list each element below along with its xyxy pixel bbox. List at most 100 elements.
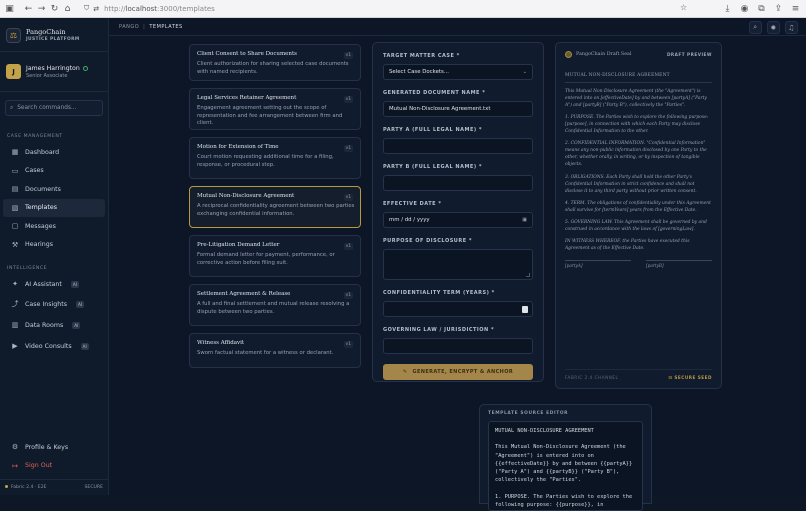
address-bar[interactable]: ⛉ ⇄ http://localhost:3000/templates (84, 4, 215, 13)
verified-icon (82, 65, 88, 71)
gavel-icon: ⚒ (11, 240, 19, 249)
ai-badge: AI (76, 300, 85, 308)
brand: ⚖ PangoChain JUSTICE PLATFORM (0, 18, 108, 52)
account-icon[interactable]: ◉ (738, 2, 751, 15)
lock-icon: ⇄ (93, 4, 100, 13)
template-card[interactable]: Pre-Litigation Demand Letter Formal dema… (189, 235, 361, 277)
preview-paragraph: 4. TERM. The obligations of confidential… (565, 200, 711, 213)
ai-badge: AI (72, 321, 81, 329)
home-icon[interactable]: ⌂ (61, 2, 74, 15)
sidebar-item-cases[interactable]: ▭ Cases (3, 162, 105, 181)
sidebar-item-messages[interactable]: ▢ Messages (3, 217, 105, 236)
seal-label: PangoChain Draft Seal (576, 52, 632, 57)
forward-icon[interactable]: → (35, 2, 48, 15)
main-content: PANGO | TEMPLATES ⌕ ✹ ♫ Client Consent t… (109, 18, 806, 511)
extensions-icon[interactable]: ⧉ (755, 2, 768, 15)
template-description: Court motion requesting additional time … (197, 154, 334, 168)
term-label: CONFIDENTIALITY TERM (YEARS) * (383, 290, 495, 296)
preview-paragraph: 1. PURPOSE. The Parties wish to explore … (565, 115, 709, 135)
secure-seed-label: SECURE SEED (674, 375, 712, 380)
sidebar-item-video-consults[interactable]: ▶ Video Consults AI (3, 336, 105, 357)
source-code-textarea[interactable]: MUTUAL NON-DISCLOSURE AGREEMENT This Mut… (488, 421, 643, 511)
avatar: J (6, 64, 21, 79)
network-status: Fabric 2.4 · E2E SECURE (0, 479, 108, 495)
downloads-icon[interactable]: ⤓ (721, 2, 734, 15)
share-icon[interactable]: ⇪ (772, 2, 785, 15)
sign-out-button[interactable]: ↦ Sign Out (3, 457, 105, 476)
version-badge: v1 (343, 145, 353, 152)
section-intelligence: INTELLIGENCE (7, 266, 48, 271)
sidebar-bottom: ⚙ Profile & Keys ↦ Sign Out Fabric 2.4 · E… (0, 438, 108, 495)
template-title: Motion for Extension of Time (197, 144, 279, 150)
sidebar-item-templates[interactable]: ▧ Templates (3, 198, 105, 217)
number-stepper-icon[interactable] (522, 305, 528, 313)
template-card[interactable]: Witness Affidavit Sworn factual statemen… (189, 333, 361, 368)
template-description: Engagement agreement setting out the sco… (197, 105, 343, 127)
version-badge: v1 (343, 292, 353, 299)
version-badge: v1 (343, 243, 353, 250)
status-dot-icon (5, 485, 8, 488)
grid-icon: ▦ (11, 148, 19, 157)
version-badge: v1 (343, 96, 353, 103)
template-card[interactable]: Motion for Extension of Time Court motio… (189, 137, 361, 179)
sidebar-item-data-rooms[interactable]: ▥ Data Rooms AI (3, 315, 105, 336)
secure-label: SECURE (84, 485, 103, 490)
sidebar-item-dashboard[interactable]: ▦ Dashboard (3, 143, 105, 162)
bookmark-star-icon[interactable]: ☆ (680, 3, 687, 12)
template-card[interactable]: Legal Services Retainer Agreement Engage… (189, 88, 361, 130)
search-input[interactable]: ⌕ Search commands... (5, 100, 103, 116)
effective-date-label: EFFECTIVE DATE * (383, 201, 442, 207)
sidebar-item-hearings[interactable]: ⚒ Hearings (3, 236, 105, 255)
sidebar-item-documents[interactable]: ▤ Documents (3, 180, 105, 199)
chevron-down-icon: ⌄ (522, 69, 527, 75)
sparkle-icon: ✦ (12, 280, 18, 289)
user-card[interactable]: J James Harrington Senior Associate (0, 52, 108, 92)
channel-label: FABRIC 2.4 CHANNEL (565, 375, 619, 380)
sidebar-item-label: Video Consults (25, 342, 72, 350)
preview-footer: FABRIC 2.4 CHANNEL ⊡ SECURE SEED (565, 369, 712, 380)
calendar-icon[interactable]: ▣ (522, 217, 527, 223)
template-title: Mutual Non-Disclosure Agreement (197, 193, 295, 199)
resize-handle-icon[interactable] (526, 273, 530, 277)
search-icon[interactable]: ⌕ (749, 21, 762, 34)
back-icon[interactable]: ← (22, 2, 35, 15)
sidebar-item-label: Cases (25, 167, 44, 175)
sidebar-item-ai-assistant[interactable]: ✦ AI Assistant AI (3, 275, 105, 294)
term-number-input[interactable] (383, 301, 533, 317)
governing-law-input[interactable] (383, 338, 533, 354)
party-b-input[interactable] (383, 175, 533, 191)
template-card[interactable]: Client Consent to Share Documents Client… (189, 44, 361, 81)
seal-icon (565, 51, 572, 58)
section-case-management: CASE MANAGEMENT (7, 134, 63, 139)
effective-date-input[interactable]: mm / dd / yyyy ▣ (383, 212, 533, 228)
url-host: localhost (125, 4, 157, 13)
breadcrumb-root[interactable]: PANGO (119, 24, 139, 30)
notifications-bell-icon[interactable]: ♫ (785, 21, 798, 34)
signature-lines: [partyA] [partyB] (565, 259, 712, 268)
draft-preview: PangoChain Draft Seal DRAFT PREVIEW MUTU… (555, 42, 722, 389)
target-case-select[interactable]: Select Case Dockets... ⌄ (383, 64, 533, 80)
template-title: Settlement Agreement & Release (197, 291, 291, 297)
breadcrumb: PANGO | TEMPLATES ⌕ ✹ ♫ (109, 18, 806, 36)
sidebar-item-case-insights[interactable]: ⤴ Case Insights AI (3, 294, 105, 315)
reload-icon[interactable]: ↻ (48, 2, 61, 15)
generate-button[interactable]: ✎ GENERATE, ENCRYPT & ANCHOR (383, 364, 533, 380)
folder-icon: ▭ (11, 166, 19, 175)
trend-icon: ⤴ (11, 300, 19, 308)
sidebar-item-profile[interactable]: ⚙ Profile & Keys (3, 438, 105, 457)
message-icon: ▢ (11, 222, 19, 231)
template-card-selected[interactable]: Mutual Non-Disclosure Agreement A recipr… (189, 186, 361, 228)
purpose-textarea[interactable] (383, 249, 533, 280)
sidebar-toggle-icon[interactable]: ▣ (3, 2, 16, 15)
party-a-input[interactable] (383, 138, 533, 154)
party-b-label: PARTY B (FULL LEGAL NAME) * (383, 164, 482, 170)
preview-paragraph: 2. CONFIDENTIAL INFORMATION. "Confidenti… (565, 141, 707, 168)
select-value: Select Case Dockets... (389, 69, 449, 75)
template-card[interactable]: Settlement Agreement & Release A full an… (189, 284, 361, 326)
doc-name-input[interactable]: Mutual Non-Disclosure Agreement.txt (383, 101, 533, 117)
law-label: GOVERNING LAW / JURISDICTION * (383, 327, 495, 333)
menu-icon[interactable]: ≡ (789, 2, 802, 15)
sidebar-item-label: Hearings (25, 241, 54, 249)
theme-toggle-icon[interactable]: ✹ (767, 21, 780, 34)
purpose-label: PURPOSE OF DISCLOSURE * (383, 238, 472, 244)
